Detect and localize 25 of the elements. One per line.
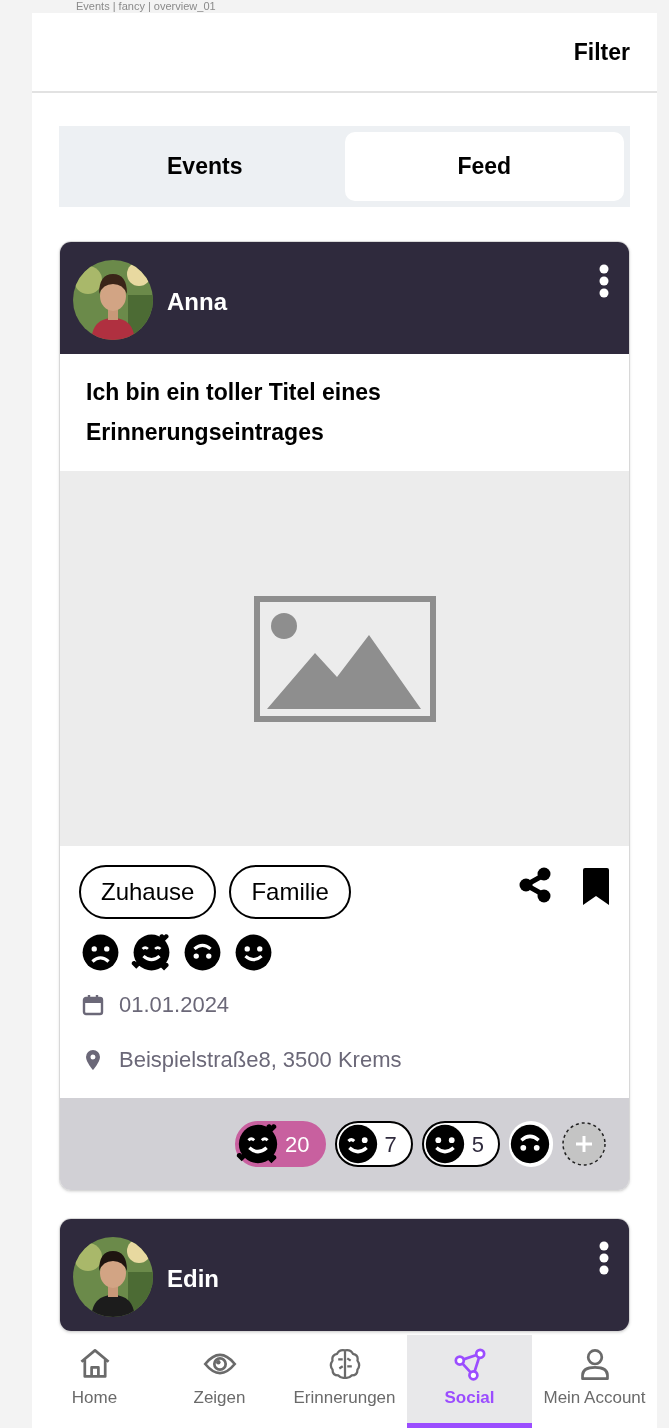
tag-chip[interactable]: Familie <box>229 865 351 919</box>
more-icon[interactable] <box>599 1241 609 1275</box>
share-icon[interactable] <box>517 867 553 903</box>
filter-link[interactable]: Filter <box>573 34 630 70</box>
share-network-icon <box>452 1347 487 1381</box>
add-reaction-icon[interactable] <box>562 1122 606 1166</box>
tab[interactable]: Events <box>65 132 345 201</box>
author-name: Edin <box>167 1264 219 1294</box>
tag-chip[interactable]: Zuhause <box>79 865 217 919</box>
post-title: Ich bin ein toller Titel eines Erinnerungseintrages <box>86 378 382 447</box>
post-date: 01.01.2024 <box>119 991 230 1019</box>
breadcrumb: Events | fancy | overview_01 <box>75 0 217 13</box>
author-name: Anna <box>167 287 227 317</box>
bookmark-icon[interactable] <box>582 867 610 905</box>
tab[interactable]: Feed <box>344 132 624 201</box>
brain-icon <box>327 1347 362 1381</box>
post-location: Beispielstraße8, 3500 Krems <box>119 1046 402 1074</box>
reaction-button[interactable]: 5 <box>421 1121 500 1167</box>
calendar-icon <box>81 992 105 1017</box>
reaction-button[interactable]: 20 <box>235 1121 326 1167</box>
image-icon <box>253 595 436 722</box>
more-icon[interactable] <box>599 264 609 298</box>
nav-tab[interactable]: Social <box>407 1335 532 1428</box>
reaction-button[interactable]: 7 <box>334 1121 413 1167</box>
reaction-button[interactable] <box>509 1121 553 1167</box>
